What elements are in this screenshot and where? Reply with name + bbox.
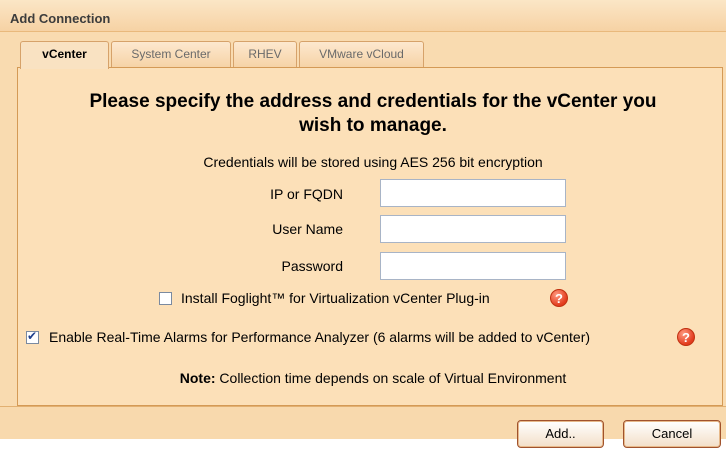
heading-line-2: wish to manage. (299, 115, 447, 136)
password-input[interactable] (380, 252, 566, 280)
collection-note: Note: Collection time depends on scale o… (0, 370, 726, 386)
user-name-label: User Name (272, 221, 343, 237)
tab-vmware-vcloud[interactable]: VMware vCloud (299, 41, 424, 67)
tab-system-center[interactable]: System Center (111, 41, 231, 67)
dialog-footer (0, 406, 726, 439)
tab-rhev[interactable]: RHEV (233, 41, 297, 67)
note-label: Note: (179, 370, 216, 386)
enable-alarms-checkbox[interactable] (26, 329, 39, 344)
note-text: Collection time depends on scale of Virt… (215, 370, 567, 386)
encryption-subtitle: Credentials will be stored using AES 256… (203, 154, 543, 170)
user-name-input[interactable] (380, 215, 566, 243)
install-plugin-label: Install Foglight™ for Virtualization vCe… (181, 290, 490, 306)
cancel-button[interactable]: Cancel (623, 420, 721, 448)
dialog-titlebar: Add Connection (0, 0, 726, 32)
add-connection-dialog: Add Connection vCenter System Center RHE… (0, 0, 726, 439)
add-button[interactable]: Add.. (517, 420, 604, 448)
password-label: Password (281, 258, 343, 274)
dialog-title: Add Connection (10, 11, 111, 26)
plugin-help-icon[interactable]: ? (550, 289, 568, 307)
tab-vcenter[interactable]: vCenter (20, 41, 109, 69)
page-heading: Please specify the address and credentia… (0, 90, 726, 138)
ip-label: IP or FQDN (270, 186, 343, 202)
ip-input[interactable] (380, 179, 566, 207)
heading-line-1: Please specify the address and credentia… (89, 91, 657, 112)
install-plugin-checkbox[interactable] (159, 292, 172, 305)
enable-alarms-label: Enable Real-Time Alarms for Performance … (49, 329, 591, 345)
alarms-help-icon[interactable]: ? (677, 328, 695, 346)
